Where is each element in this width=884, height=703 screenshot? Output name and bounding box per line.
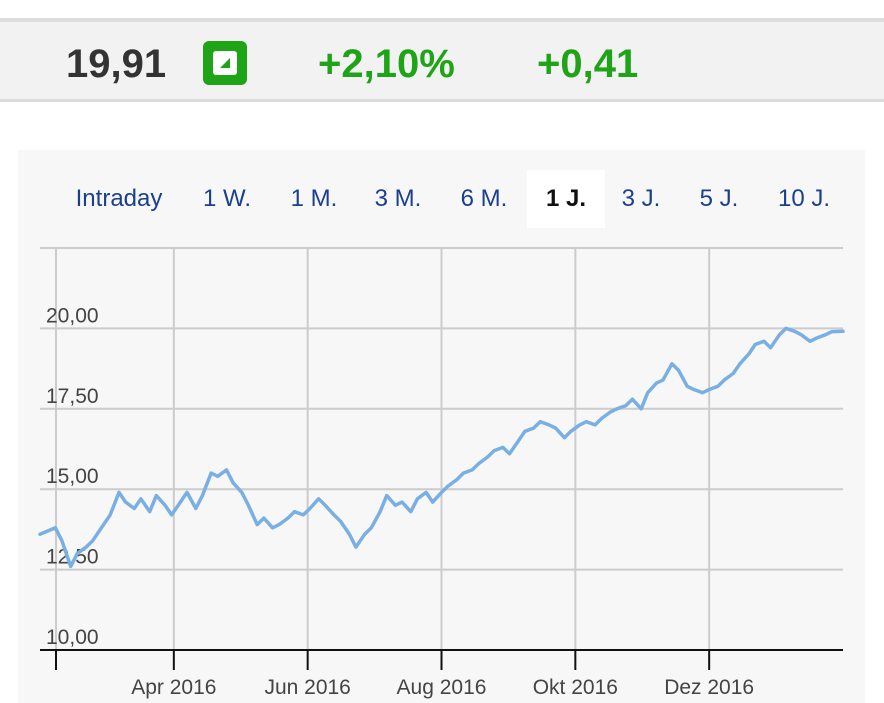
y-tick-label: 15,00 [46,465,99,488]
y-axis-labels: 10,0012,5015,0017,5020,00 [46,304,99,649]
y-tick-label: 10,00 [46,626,99,649]
y-tick-label: 17,50 [46,385,99,408]
x-tick-label: Dez 2016 [664,676,754,699]
x-tick-label: Aug 2016 [397,676,487,699]
x-tick-label: Apr 2016 [131,676,216,699]
x-axis-labels: Apr 2016 Jun 2016 Aug 2016 Okt 2016 Dez 2016 [131,676,754,699]
price-chart: 10,0012,5015,0017,5020,00 Apr 2016 Jun 20… [38,247,845,699]
vertical-gridlines [55,248,711,670]
x-tick-label: Okt 2016 [533,676,618,699]
x-tick-label: Jun 2016 [264,676,350,699]
y-tick-label: 20,00 [46,304,99,327]
